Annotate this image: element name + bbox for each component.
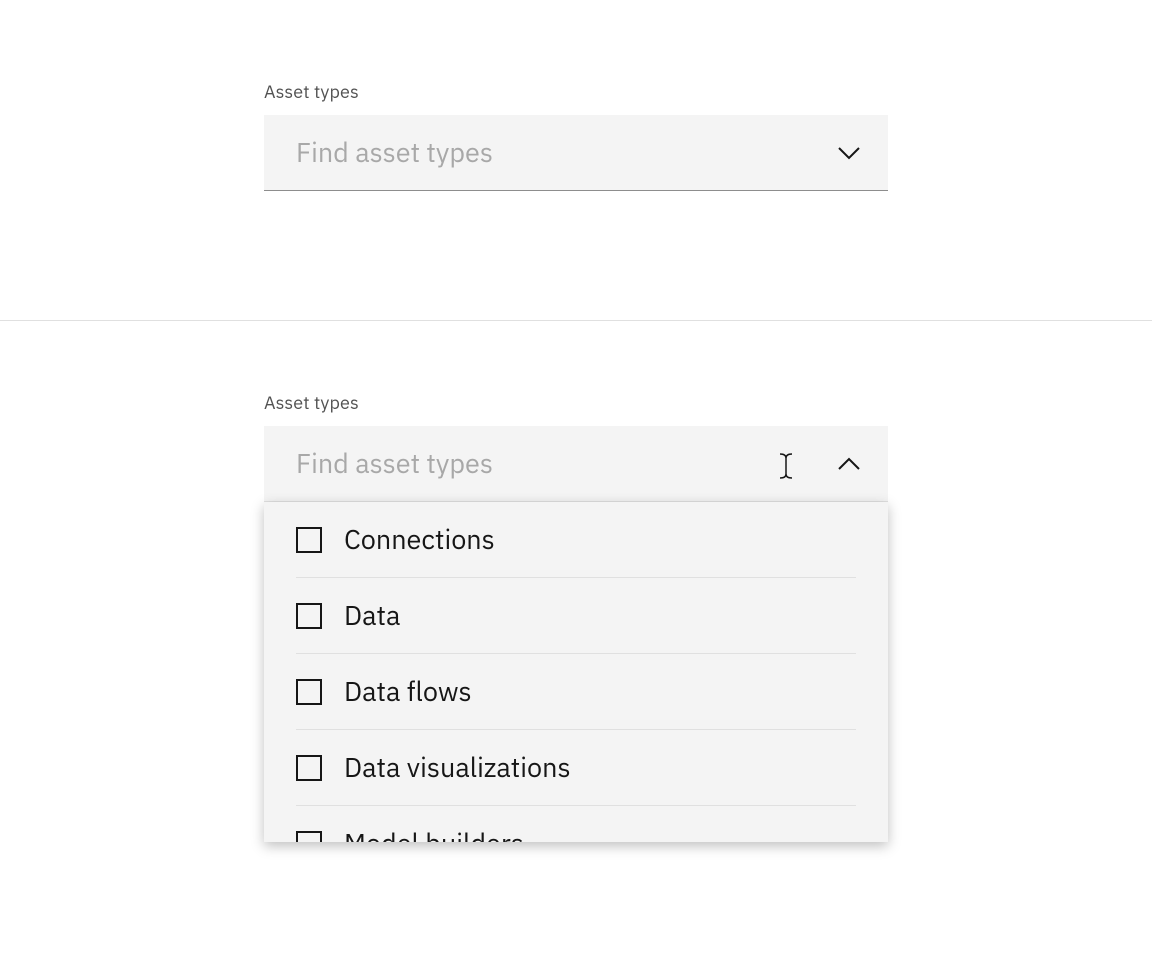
option-label: Data flows [344,674,472,709]
checkbox-icon[interactable] [296,603,322,629]
field-label: Asset types [264,391,888,414]
multiselect-field[interactable] [264,426,888,502]
checkbox-icon[interactable] [296,755,322,781]
multiselect-dropdown: Connections Data Data flows [264,502,888,842]
chevron-up-icon [836,451,862,477]
multiselect-option[interactable]: Model builders [264,806,888,842]
option-label: Model builders [344,826,524,842]
multiselect-component-open: Asset types [264,391,888,502]
multiselect-option[interactable]: Connections [264,502,888,578]
multiselect-field[interactable] [264,115,888,191]
multiselect-closed-example: Asset types [0,0,1152,320]
option-label: Data visualizations [344,750,571,785]
option-label: Connections [344,522,495,557]
checkbox-icon[interactable] [296,527,322,553]
multiselect-input[interactable] [296,135,836,170]
field-label: Asset types [264,80,888,103]
multiselect-component-closed: Asset types [264,80,888,191]
checkbox-icon[interactable] [296,679,322,705]
multiselect-option[interactable]: Data [264,578,888,654]
multiselect-option[interactable]: Data flows [264,654,888,730]
multiselect-option[interactable]: Data visualizations [264,730,888,806]
option-label: Data [344,598,400,633]
chevron-down-icon [836,140,862,166]
multiselect-open-example: Asset types [0,321,1152,971]
multiselect-input[interactable] [296,446,836,481]
checkbox-icon[interactable] [296,831,322,843]
